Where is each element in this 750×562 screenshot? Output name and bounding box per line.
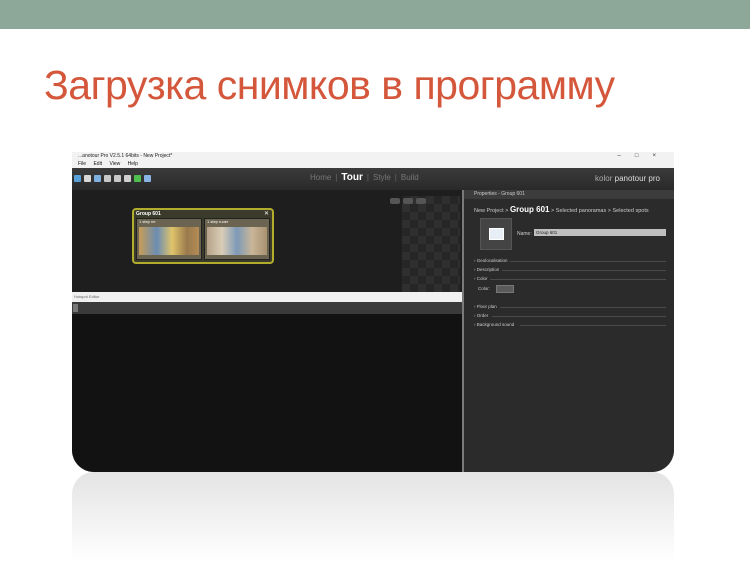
image-icon — [489, 228, 504, 240]
redo-icon[interactable] — [114, 175, 121, 182]
properties-panel: Properties - Group 601 New Project > Gro… — [464, 190, 674, 472]
crumb-group[interactable]: Group 601 — [510, 205, 550, 214]
crumb-rest[interactable]: Selected panoramas > Selected spots — [556, 208, 649, 214]
menu-edit[interactable]: Edit — [93, 161, 102, 167]
brand-product: panotour pro — [614, 174, 660, 183]
workflow-nav: Home | Tour | Style | Build — [310, 172, 419, 183]
settings-icon[interactable] — [124, 175, 131, 182]
hotspot-editor-view[interactable] — [72, 314, 462, 472]
section-geolocalisation[interactable]: › Geolocalisation — [474, 258, 508, 263]
panorama-thumb[interactable]: 1 step ne — [136, 218, 202, 260]
play-icon[interactable] — [134, 175, 141, 182]
publish-icon[interactable] — [144, 175, 151, 182]
close-icon[interactable]: × — [652, 153, 670, 159]
section-divider — [490, 279, 666, 280]
name-label: Name: — [517, 231, 532, 237]
section-floor-plan[interactable]: › Floor plan — [474, 304, 497, 309]
app-screenshot: ...anotour Pro V2.5.1 64bits - New Proje… — [72, 152, 674, 472]
hotspot-editor-header: Hotspot Editor — [72, 292, 462, 302]
thumb-label: 1 step ruuer — [207, 219, 229, 224]
crumb-project[interactable]: New Project — [474, 208, 504, 214]
slide-top-bar — [0, 0, 750, 29]
group-thumbnail — [480, 218, 512, 250]
group-title: Group 601 — [136, 211, 161, 217]
tab-home[interactable]: Home — [310, 173, 331, 182]
slide-title: Загрузка снимков в программу — [44, 62, 615, 108]
toolbar-icons — [74, 175, 151, 182]
view-button-2[interactable] — [403, 198, 413, 204]
section-background-sound[interactable]: › Background sound — [474, 322, 514, 327]
main-toolbar: Home | Tour | Style | Build kolor panotour pro — [72, 168, 674, 190]
section-divider — [510, 261, 666, 262]
brand-kolor: kolor — [595, 174, 613, 183]
export-icon[interactable] — [94, 175, 101, 182]
section-divider — [500, 307, 666, 308]
section-divider — [502, 270, 666, 271]
panorama-thumb[interactable]: 1 step ruuer — [204, 218, 270, 260]
properties-header: Properties - Group 601 — [464, 190, 674, 199]
window-title-bar: ...anotour Pro V2.5.1 64bits - New Proje… — [72, 152, 674, 160]
undo-icon[interactable] — [104, 175, 111, 182]
section-divider — [520, 325, 666, 326]
section-order[interactable]: › Order — [474, 313, 488, 318]
tab-build[interactable]: Build — [401, 173, 419, 182]
section-color[interactable]: › Color — [474, 276, 488, 281]
panorama-group[interactable]: Group 601 ✕ 1 step ne 1 step ruuer — [132, 208, 274, 264]
menu-help[interactable]: Help — [128, 161, 138, 167]
view-button-1[interactable] — [390, 198, 400, 204]
canvas-view-buttons — [390, 198, 426, 204]
brand-logo: kolor panotour pro — [595, 174, 660, 183]
group-close-icon[interactable]: ✕ — [264, 210, 269, 217]
add-icon[interactable] — [74, 175, 81, 182]
screenshot-reflection — [72, 472, 674, 562]
tab-style[interactable]: Style — [373, 173, 391, 182]
color-swatch[interactable] — [496, 285, 514, 293]
hotspot-editor-title: Hotspot Editor — [74, 294, 100, 299]
menu-file[interactable]: File — [78, 161, 86, 167]
app-window: ...anotour Pro V2.5.1 64bits - New Proje… — [72, 152, 674, 472]
properties-title: Properties - Group 601 — [474, 191, 525, 197]
menu-view[interactable]: View — [109, 161, 120, 167]
maximize-icon[interactable]: □ — [635, 153, 653, 159]
color-label: Color: — [478, 286, 491, 291]
thumb-label: 1 step ne — [139, 219, 156, 224]
transparency-background — [402, 196, 460, 292]
hotspot-editor-toolbar — [72, 302, 462, 314]
menu-bar: File Edit View Help — [72, 160, 674, 168]
save-icon[interactable] — [84, 175, 91, 182]
name-input[interactable] — [534, 229, 666, 236]
window-controls[interactable]: –□× — [618, 152, 670, 160]
section-description[interactable]: › Description — [474, 267, 499, 272]
section-divider — [492, 316, 666, 317]
window-title: ...anotour Pro V2.5.1 64bits - New Proje… — [78, 153, 173, 159]
tab-tour[interactable]: Tour — [341, 172, 362, 183]
breadcrumb: New Project > Group 601 > Selected panor… — [474, 205, 649, 214]
panorama-image — [139, 227, 199, 255]
panorama-image — [207, 227, 267, 255]
minimize-icon[interactable]: – — [618, 153, 635, 159]
hotspot-tool-button[interactable] — [73, 304, 78, 312]
view-button-3[interactable] — [416, 198, 426, 204]
